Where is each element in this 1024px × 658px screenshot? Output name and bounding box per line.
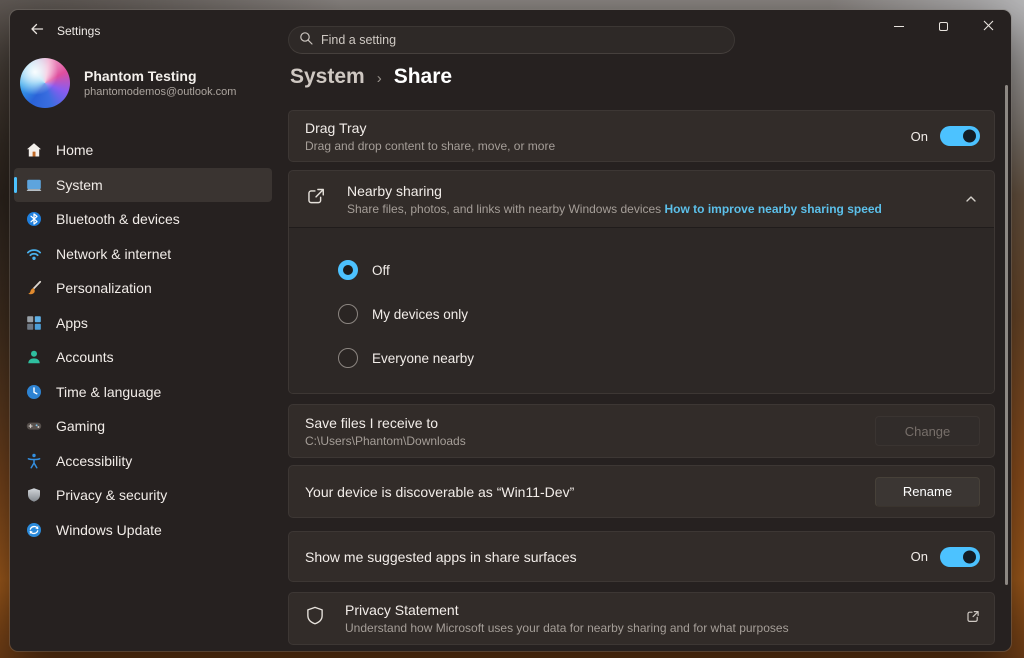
sidebar-item-label: Gaming xyxy=(56,418,105,434)
avatar xyxy=(20,58,70,108)
sidebar-item-label: Bluetooth & devices xyxy=(56,211,180,227)
sidebar-item-home[interactable]: Home xyxy=(14,133,272,168)
sidebar-item-windows-update[interactable]: Windows Update xyxy=(14,513,272,548)
toggle-knob xyxy=(963,550,976,563)
account-header[interactable]: Phantom Testing phantomodemos@outlook.co… xyxy=(20,58,270,108)
radio-unselected-icon xyxy=(338,304,358,324)
suggested-apps-card: Show me suggested apps in share surfaces… xyxy=(288,531,995,582)
sidebar-item-personalization[interactable]: Personalization xyxy=(14,271,272,306)
accessibility-icon xyxy=(26,453,42,469)
personalization-icon xyxy=(26,280,42,296)
shield-outline-icon xyxy=(305,605,325,632)
sidebar-item-label: Accounts xyxy=(56,349,114,365)
sidebar-item-time-language[interactable]: Time & language xyxy=(14,375,272,410)
sidebar-item-accounts[interactable]: Accounts xyxy=(14,340,272,375)
suggested-apps-toggle[interactable] xyxy=(940,547,980,567)
gaming-icon xyxy=(26,418,42,434)
sidebar-item-label: Accessibility xyxy=(56,453,132,469)
sidebar-item-label: Personalization xyxy=(56,280,152,296)
save-files-title: Save files I receive to xyxy=(305,415,466,431)
external-link-icon[interactable] xyxy=(965,609,980,629)
drag-tray-subtitle: Drag and drop content to share, move, or… xyxy=(305,139,555,153)
discoverable-title: Your device is discoverable as “Win11-De… xyxy=(305,484,574,500)
sidebar-item-accessibility[interactable]: Accessibility xyxy=(14,444,272,479)
nearby-sharing-help-link[interactable]: How to improve nearby sharing speed xyxy=(665,202,882,216)
privacy-security-icon xyxy=(26,487,42,503)
sidebar-item-gaming[interactable]: Gaming xyxy=(14,409,272,444)
sidebar-item-bluetooth[interactable]: Bluetooth & devices xyxy=(14,202,272,237)
sidebar-item-label: Windows Update xyxy=(56,522,162,538)
radio-option-everyone[interactable]: Everyone nearby xyxy=(338,336,994,380)
save-files-card: Save files I receive to C:\Users\Phantom… xyxy=(288,404,995,458)
sidebar: Phantom Testing phantomodemos@outlook.co… xyxy=(10,54,280,651)
bluetooth-icon xyxy=(26,211,42,227)
settings-window: Settings Phantom Testing phantomodemos@o… xyxy=(10,10,1011,651)
nearby-sharing-options: Off My devices only Everyone nearby xyxy=(289,227,994,393)
radio-option-my-devices[interactable]: My devices only xyxy=(338,292,994,336)
sidebar-nav: Home System Bluetooth & devices Network … xyxy=(14,133,272,547)
radio-selected-icon xyxy=(338,260,358,280)
home-icon xyxy=(26,142,42,158)
chevron-up-icon[interactable] xyxy=(964,192,978,206)
privacy-statement-subtitle: Understand how Microsoft uses your data … xyxy=(345,621,789,635)
system-icon xyxy=(26,177,42,193)
breadcrumb-system[interactable]: System xyxy=(290,65,365,89)
radio-option-off[interactable]: Off xyxy=(338,248,994,292)
network-icon xyxy=(26,246,42,262)
nearby-sharing-header[interactable]: Nearby sharing Share files, photos, and … xyxy=(289,171,994,227)
privacy-statement-title: Privacy Statement xyxy=(345,602,789,618)
nearby-sharing-card: Nearby sharing Share files, photos, and … xyxy=(288,170,995,394)
suggested-apps-title: Show me suggested apps in share surfaces xyxy=(305,549,577,565)
sidebar-item-privacy-security[interactable]: Privacy & security xyxy=(14,478,272,513)
sidebar-item-label: Apps xyxy=(56,315,88,331)
back-button[interactable] xyxy=(22,18,52,44)
sidebar-item-label: Home xyxy=(56,142,93,158)
drag-tray-toggle[interactable] xyxy=(940,126,980,146)
sidebar-item-network[interactable]: Network & internet xyxy=(14,237,272,272)
breadcrumb-separator-icon: › xyxy=(377,68,382,87)
rename-button[interactable]: Rename xyxy=(875,477,980,507)
window-title: Settings xyxy=(57,24,100,38)
sidebar-item-label: Network & internet xyxy=(56,246,171,262)
drag-tray-card: Drag Tray Drag and drop content to share… xyxy=(288,110,995,162)
time-language-icon xyxy=(26,384,42,400)
sidebar-item-label: Privacy & security xyxy=(56,487,167,503)
sidebar-item-apps[interactable]: Apps xyxy=(14,306,272,341)
privacy-statement-card[interactable]: Privacy Statement Understand how Microso… xyxy=(288,592,995,645)
search-box[interactable] xyxy=(288,26,735,54)
accounts-icon xyxy=(26,349,42,365)
discoverable-card: Your device is discoverable as “Win11-De… xyxy=(288,465,995,518)
breadcrumb: System › Share xyxy=(290,65,452,89)
profile-name: Phantom Testing xyxy=(84,68,236,84)
sidebar-item-label: Time & language xyxy=(56,384,161,400)
sidebar-item-label: System xyxy=(56,177,103,193)
drag-tray-title: Drag Tray xyxy=(305,120,555,136)
windows-update-icon xyxy=(26,522,42,538)
apps-icon xyxy=(26,315,42,331)
page-title: Share xyxy=(394,65,452,89)
back-arrow-icon xyxy=(29,21,45,42)
search-input[interactable] xyxy=(321,33,724,47)
change-button[interactable]: Change xyxy=(875,416,980,446)
drag-tray-toggle-label: On xyxy=(911,129,928,144)
share-icon xyxy=(305,186,327,213)
settings-cards: Drag Tray Drag and drop content to share… xyxy=(288,110,995,645)
vertical-scrollbar[interactable] xyxy=(1005,85,1008,585)
sidebar-item-system[interactable]: System xyxy=(14,168,272,203)
nearby-sharing-subtitle: Share files, photos, and links with near… xyxy=(347,202,661,216)
content-pane: System › Share Drag Tray Drag and drop c… xyxy=(288,10,1011,651)
toggle-knob xyxy=(963,130,976,143)
nearby-sharing-title: Nearby sharing xyxy=(347,183,882,199)
radio-unselected-icon xyxy=(338,348,358,368)
profile-email: phantomodemos@outlook.com xyxy=(84,86,236,98)
save-files-path: C:\Users\Phantom\Downloads xyxy=(305,434,466,448)
search-icon xyxy=(299,31,313,50)
suggested-apps-toggle-label: On xyxy=(911,549,928,564)
